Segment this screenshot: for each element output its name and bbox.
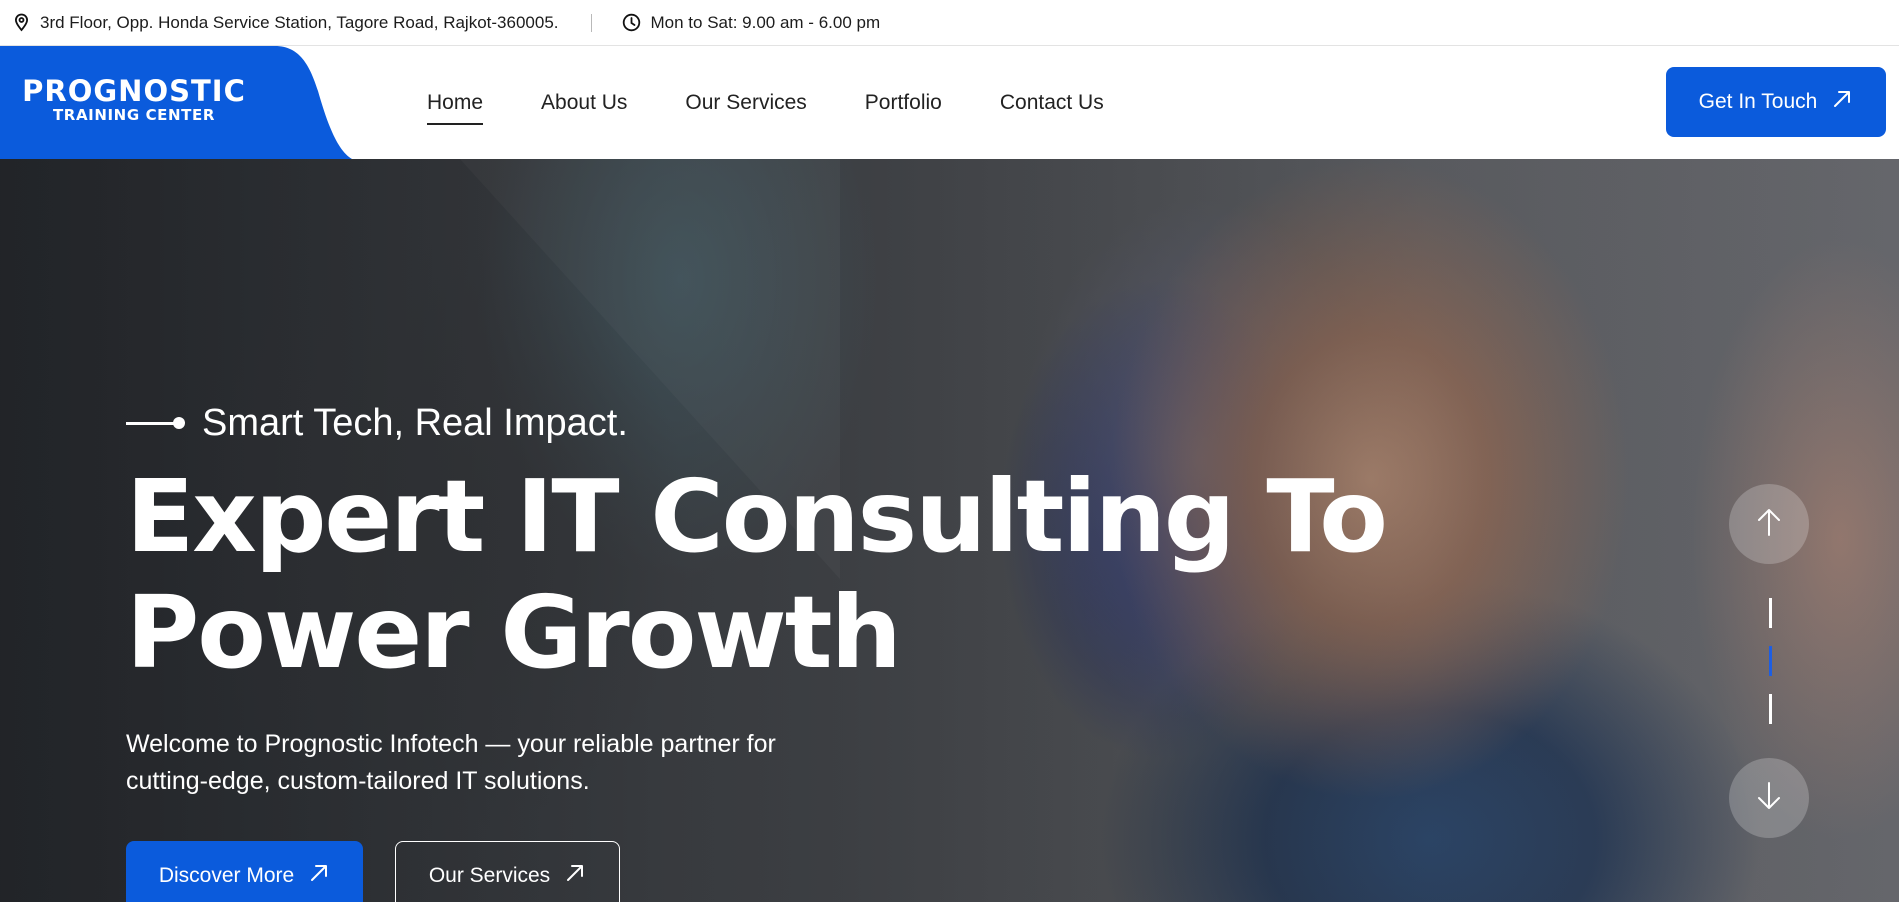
- arrow-down-icon: [1755, 781, 1783, 816]
- arrow-up-right-icon: [308, 862, 330, 890]
- nav-item-portfolio[interactable]: Portfolio: [865, 85, 942, 121]
- address-info: 3rd Floor, Opp. Honda Service Station, T…: [13, 13, 559, 33]
- get-in-touch-label: Get In Touch: [1698, 90, 1818, 113]
- logo[interactable]: PROGNOSTIC TRAINING CENTER: [0, 46, 360, 159]
- address-text: 3rd Floor, Opp. Honda Service Station, T…: [40, 12, 559, 32]
- map-pin-icon: [13, 13, 30, 32]
- tagline-text: Smart Tech, Real Impact.: [202, 402, 628, 444]
- subtext-line-1: Welcome to Prognostic Infotech — your re…: [126, 730, 776, 758]
- clock-icon: [622, 13, 641, 32]
- hours-info: Mon to Sat: 9.00 am - 6.00 pm: [622, 12, 881, 33]
- get-in-touch-button[interactable]: Get In Touch: [1666, 67, 1886, 137]
- slide-indicator-3[interactable]: [1768, 694, 1772, 724]
- nav-item-about-us[interactable]: About Us: [541, 85, 627, 121]
- arrow-up-right-icon: [1831, 88, 1853, 116]
- logo-text: PROGNOSTIC TRAINING CENTER: [14, 76, 254, 124]
- topbar-divider: [590, 13, 592, 32]
- slide-next-button[interactable]: [1729, 758, 1809, 838]
- site-header: PROGNOSTIC TRAINING CENTER Home About Us…: [0, 46, 1899, 159]
- slide-indicator-2[interactable]: [1768, 646, 1772, 676]
- hero-subtext: Welcome to Prognostic Infotech — your re…: [126, 726, 846, 800]
- hero-section: Smart Tech, Real Impact. Expert IT Consu…: [0, 159, 1899, 902]
- tagline-line-icon: [126, 417, 185, 429]
- headline-line-1: Expert IT Consulting To: [126, 458, 1388, 575]
- logo-main-text: PROGNOSTIC: [22, 74, 246, 108]
- hero-tagline: Smart Tech, Real Impact.: [126, 402, 628, 445]
- arrow-up-right-icon: [564, 862, 586, 890]
- discover-more-button[interactable]: Discover More: [126, 841, 363, 902]
- logo-sub-text: TRAINING CENTER: [52, 106, 216, 124]
- slide-prev-button[interactable]: [1729, 484, 1809, 564]
- subtext-line-2: cutting-edge, custom-tailored IT solutio…: [126, 767, 590, 795]
- nav-item-home[interactable]: Home: [427, 85, 484, 125]
- our-services-label: Our Services: [428, 864, 551, 887]
- our-services-button[interactable]: Our Services: [395, 841, 620, 902]
- hero-headline: Expert IT Consulting To Power Growth: [126, 458, 1388, 691]
- headline-line-2: Power Growth: [126, 574, 902, 691]
- nav-item-our-services[interactable]: Our Services: [685, 85, 806, 121]
- hours-text: Mon to Sat: 9.00 am - 6.00 pm: [650, 12, 881, 32]
- nav-item-contact-us[interactable]: Contact Us: [1000, 85, 1104, 121]
- slider-controls: [1729, 484, 1811, 838]
- top-info-bar: 3rd Floor, Opp. Honda Service Station, T…: [0, 0, 1899, 46]
- slide-indicator-1[interactable]: [1768, 598, 1772, 628]
- arrow-up-icon: [1755, 507, 1783, 542]
- main-nav: Home About Us Our Services Portfolio Con…: [427, 46, 1104, 159]
- discover-more-label: Discover More: [158, 864, 295, 887]
